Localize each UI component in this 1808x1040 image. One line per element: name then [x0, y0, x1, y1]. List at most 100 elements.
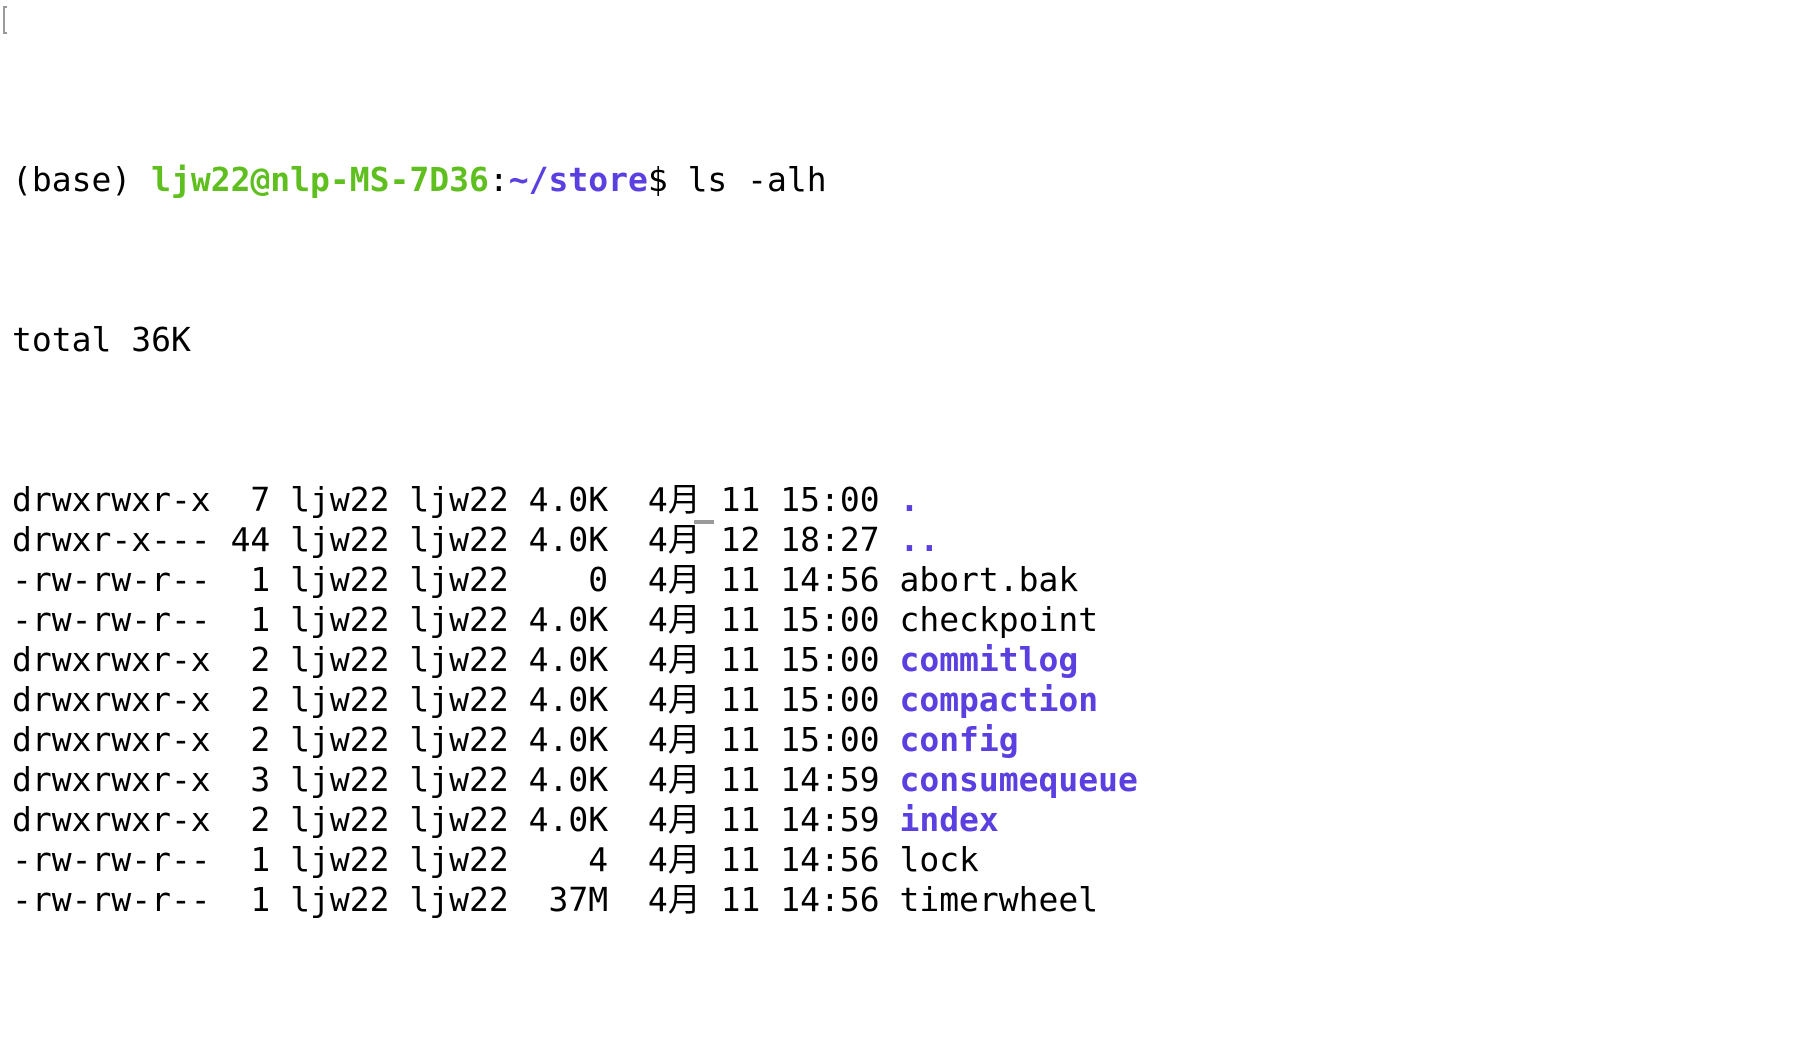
- listing-row: -rw-rw-r-- 1 ljw22 ljw22 4.0K 4月 11 15:0…: [12, 600, 1808, 640]
- file-group: ljw22: [409, 520, 509, 559]
- file-owner: ljw22: [290, 760, 390, 799]
- modified-month: 4月: [647, 640, 701, 679]
- file-owner: ljw22: [290, 560, 390, 599]
- modified-month: 4月: [647, 480, 701, 519]
- listing-row: -rw-rw-r-- 1 ljw22 ljw22 37M 4月 11 14:56…: [12, 880, 1808, 920]
- file-size: 0: [528, 560, 609, 599]
- file-name: index: [899, 800, 999, 839]
- file-size: 4.0K: [528, 720, 609, 759]
- file-group: ljw22: [409, 760, 509, 799]
- modified-month: 4月: [647, 560, 701, 599]
- modified-time: 18:27: [780, 520, 880, 559]
- prompt-separator: :: [488, 160, 509, 199]
- listing-row: -rw-rw-r-- 1 ljw22 ljw22 0 4月 11 14:56 a…: [12, 560, 1808, 600]
- file-group: ljw22: [409, 680, 509, 719]
- modified-month: 4月: [647, 600, 701, 639]
- link-count: 2: [230, 680, 271, 719]
- prompt-command: ls -alh: [687, 160, 827, 199]
- listing-row: drwxrwxr-x 7 ljw22 ljw22 4.0K 4月 11 15:0…: [12, 480, 1808, 520]
- file-size: 4.0K: [528, 640, 609, 679]
- file-name: abort.bak: [899, 560, 1079, 599]
- total-line: total 36K: [12, 320, 191, 359]
- link-count: 1: [230, 560, 271, 599]
- listing-row: drwxrwxr-x 2 ljw22 ljw22 4.0K 4月 11 15:0…: [12, 640, 1808, 680]
- modified-time: 15:00: [780, 640, 880, 679]
- link-count: 44: [230, 520, 271, 559]
- listing: drwxrwxr-x 7 ljw22 ljw22 4.0K 4月 11 15:0…: [12, 480, 1808, 920]
- file-group: ljw22: [409, 840, 509, 879]
- text-cursor: [694, 520, 714, 524]
- file-name: timerwheel: [899, 880, 1099, 919]
- terminal-window[interactable]: (base) ljw22@nlp-MS-7D36:~/store$ ls -al…: [0, 0, 1808, 919]
- file-name: lock: [899, 840, 979, 879]
- file-size: 4.0K: [528, 480, 609, 519]
- file-permissions: drwxrwxr-x: [12, 760, 211, 799]
- prompt-line: (base) ljw22@nlp-MS-7D36:~/store$ ls -al…: [12, 160, 1808, 200]
- file-size: 4.0K: [528, 800, 609, 839]
- modified-day: 11: [720, 600, 761, 639]
- file-size: 37M: [528, 880, 609, 919]
- listing-row: drwxr-x--- 44 ljw22 ljw22 4.0K 4月 12 18:…: [12, 520, 1808, 560]
- listing-row: drwxrwxr-x 2 ljw22 ljw22 4.0K 4月 11 15:0…: [12, 680, 1808, 720]
- file-name: checkpoint: [899, 600, 1099, 639]
- modified-month: 4月: [647, 760, 701, 799]
- selection-bracket-icon: [3, 6, 7, 34]
- file-name: ..: [899, 520, 940, 559]
- file-permissions: -rw-rw-r--: [12, 880, 211, 919]
- file-permissions: drwxrwxr-x: [12, 640, 211, 679]
- file-owner: ljw22: [290, 800, 390, 839]
- modified-day: 11: [720, 880, 761, 919]
- modified-time: 15:00: [780, 720, 880, 759]
- file-name: consumequeue: [899, 760, 1138, 799]
- modified-time: 15:00: [780, 680, 880, 719]
- file-owner: ljw22: [290, 600, 390, 639]
- listing-row: drwxrwxr-x 2 ljw22 ljw22 4.0K 4月 11 15:0…: [12, 720, 1808, 760]
- file-group: ljw22: [409, 640, 509, 679]
- file-permissions: drwxrwxr-x: [12, 480, 211, 519]
- modified-month: 4月: [647, 880, 701, 919]
- modified-month: 4月: [647, 840, 701, 879]
- file-owner: ljw22: [290, 840, 390, 879]
- modified-month: 4月: [647, 800, 701, 839]
- modified-time: 14:59: [780, 800, 880, 839]
- file-permissions: drwxr-x---: [12, 520, 211, 559]
- modified-day: 12: [720, 520, 761, 559]
- file-permissions: -rw-rw-r--: [12, 600, 211, 639]
- modified-time: 15:00: [780, 480, 880, 519]
- file-group: ljw22: [409, 720, 509, 759]
- file-permissions: -rw-rw-r--: [12, 840, 211, 879]
- modified-time: 14:56: [780, 880, 880, 919]
- link-count: 3: [230, 760, 271, 799]
- link-count: 2: [230, 640, 271, 679]
- file-owner: ljw22: [290, 720, 390, 759]
- link-count: 2: [230, 800, 271, 839]
- modified-day: 11: [720, 640, 761, 679]
- modified-day: 11: [720, 480, 761, 519]
- modified-time: 14:56: [780, 560, 880, 599]
- modified-day: 11: [720, 720, 761, 759]
- file-permissions: -rw-rw-r--: [12, 560, 211, 599]
- file-group: ljw22: [409, 800, 509, 839]
- file-name: config: [899, 720, 1019, 759]
- modified-day: 11: [720, 560, 761, 599]
- modified-time: 14:56: [780, 840, 880, 879]
- file-group: ljw22: [409, 600, 509, 639]
- modified-day: 11: [720, 840, 761, 879]
- file-permissions: drwxrwxr-x: [12, 720, 211, 759]
- prompt-symbol: $: [647, 160, 668, 199]
- modified-time: 14:59: [780, 760, 880, 799]
- listing-row: drwxrwxr-x 3 ljw22 ljw22 4.0K 4月 11 14:5…: [12, 760, 1808, 800]
- modified-month: 4月: [647, 720, 701, 759]
- file-permissions: drwxrwxr-x: [12, 800, 211, 839]
- modified-time: 15:00: [780, 600, 880, 639]
- file-owner: ljw22: [290, 640, 390, 679]
- listing-row: drwxrwxr-x 2 ljw22 ljw22 4.0K 4月 11 14:5…: [12, 800, 1808, 840]
- file-name: .: [899, 480, 920, 519]
- file-size: 4.0K: [528, 520, 609, 559]
- prompt-env: (base): [12, 160, 132, 199]
- file-owner: ljw22: [290, 520, 390, 559]
- link-count: 2: [230, 720, 271, 759]
- listing-row: -rw-rw-r-- 1 ljw22 ljw22 4 4月 11 14:56 l…: [12, 840, 1808, 880]
- file-name: commitlog: [899, 640, 1079, 679]
- file-group: ljw22: [409, 880, 509, 919]
